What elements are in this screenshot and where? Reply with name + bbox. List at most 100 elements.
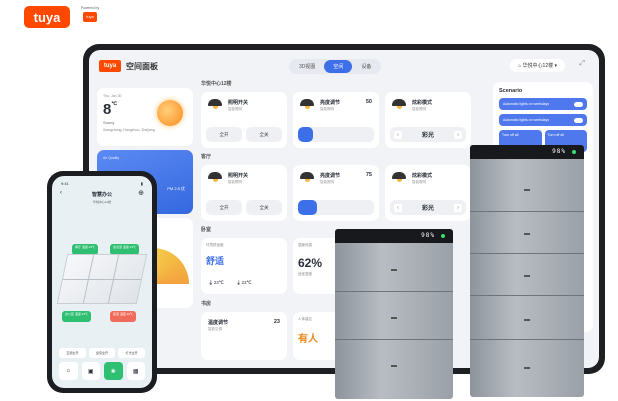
lamp-icon (208, 172, 222, 183)
device-card-brightness[interactable]: 亮度调节 智能照明 75 (293, 165, 379, 221)
tab-devices[interactable]: 设备 (352, 60, 380, 73)
device-sub: 智能照明 (320, 180, 334, 184)
section-title-floor: 华悦中心12楼 (201, 81, 232, 87)
device-name: 炫彩模式 (412, 173, 433, 179)
home-select-label: 华悦中心12楼 (522, 63, 554, 69)
thermometer-icon: 🌡23℃ (235, 280, 252, 285)
powered-logo: tuya (83, 12, 97, 22)
device-sub: 智能空调 (208, 327, 222, 331)
device-sub: 智能照明 (228, 180, 242, 184)
lamp-icon (300, 99, 314, 110)
device-card-brightness[interactable]: 亮度调节 智能照明 50 (293, 92, 379, 148)
phone-title: 智慧办公 (91, 192, 112, 198)
phone-bottom-controls: ⌂ ▣ ❀ ▦ (59, 362, 145, 380)
weather-card: Thu, Jan 30 8℃ Sunny Xiangzhong, Hangzho… (97, 88, 193, 146)
chevron-right-icon[interactable]: › (453, 203, 462, 212)
scenario-title: Scenario (499, 88, 523, 94)
tuya-logo: tuya (24, 6, 70, 28)
device-card-color-mode[interactable]: 炫彩模式 智能照明 ‹ 彩光 › (385, 92, 471, 148)
battery-head: 98% (335, 229, 453, 243)
scene-item[interactable]: Automatic lights on weekdays (499, 98, 587, 110)
device-name: 炫彩模式 (412, 100, 433, 106)
comfort-label: 环境舒适度 (206, 243, 224, 247)
quick-action-ac[interactable]: 空调全开 (59, 348, 86, 358)
grid-icon[interactable]: ▦ (126, 362, 145, 380)
sun-icon (157, 100, 183, 126)
tab-space[interactable]: 空间 (324, 60, 353, 73)
expand-icon[interactable]: ⤢ (579, 60, 585, 68)
device-sub: 智能照明 (412, 180, 426, 184)
weather-location: Xiangzhong, Hangzhou, Zhejiang (103, 128, 155, 132)
device-name: 温度调节 (208, 320, 229, 326)
comfort-card: 环境舒适度 舒适 🌡23℃ 🌡23℃ (201, 238, 287, 294)
battery-head: 98% (470, 145, 584, 159)
scene-item[interactable]: Automatic lights on weekdays (499, 114, 587, 126)
toggle-switch[interactable] (574, 101, 583, 107)
air-label: Air Quality (103, 156, 120, 160)
battery-stack-small: 98% (335, 229, 453, 399)
all-on-button[interactable]: 全开 (206, 127, 242, 142)
status-led-icon (441, 234, 445, 238)
lamp-icon (392, 172, 406, 183)
device-name: 亮度调节 (320, 173, 341, 179)
device-value: 75 (365, 172, 372, 178)
powered-by-badge: Powered by tuya (80, 6, 100, 28)
device-name: 照明开关 (228, 173, 249, 179)
device-value: 23 (273, 319, 280, 325)
mode-value: 彩光 (421, 206, 434, 212)
device-card-temperature[interactable]: 温度调节 智能空调 23 (201, 312, 287, 360)
mode-value: 彩光 (421, 133, 434, 139)
quick-actions: 空调全开 窗帘全开 灯光全开 (59, 348, 146, 358)
chevron-right-icon[interactable]: › (453, 130, 462, 139)
all-off-button[interactable]: 全关 (246, 127, 282, 142)
phone-device: 9:41 ▮ ‹ 智慧办公 ⊕ 华悦中心12楼 客厅 温度 23℃ 会议室 温度 … (47, 171, 157, 393)
quick-action-lights[interactable]: 灯光全开 (118, 348, 146, 358)
device-sub: 智能照明 (412, 107, 426, 111)
room-tag[interactable]: 办公区 温度 23℃ (62, 311, 92, 322)
device-card-color-mode[interactable]: 炫彩模式 智能照明 ‹ 彩光 › (385, 165, 471, 221)
device-card-light-switch[interactable]: 照明开关 智能照明 全开 全关 (201, 165, 287, 221)
brightness-slider[interactable] (298, 200, 374, 215)
device-name: 亮度调节 (320, 100, 341, 106)
comfort-value: 舒适 (206, 256, 225, 266)
brightness-slider[interactable] (298, 127, 374, 142)
view-tabs: 3D视图 空间 设备 (289, 59, 382, 74)
room-tag[interactable]: 卧室 温度 26℃ (110, 311, 137, 322)
chevron-left-icon[interactable]: ‹ (394, 130, 402, 139)
plant-icon[interactable]: ❀ (104, 362, 123, 380)
quick-action-curtain[interactable]: 窗帘全开 (88, 348, 116, 358)
tab-3d-view[interactable]: 3D视图 (290, 60, 324, 73)
section-title-living: 客厅 (201, 154, 212, 160)
lamp-icon (392, 99, 406, 110)
device-sub: 智能照明 (320, 107, 334, 111)
device-sub: 智能照明 (228, 107, 242, 111)
section-title-study: 书房 (201, 301, 212, 307)
thermometer-icon: 🌡23℃ (208, 280, 224, 285)
device-icon[interactable]: ▣ (81, 362, 100, 380)
chevron-left-icon[interactable]: ‹ (394, 203, 402, 212)
home-icon[interactable]: ⌂ (59, 362, 78, 380)
powered-by-text: Powered by (80, 6, 100, 10)
add-icon[interactable]: ⊕ (138, 189, 144, 197)
weather-date: Thu, Jan 30 (103, 94, 122, 98)
lamp-icon (300, 172, 314, 183)
lamp-icon (208, 99, 222, 110)
toggle-switch[interactable] (574, 117, 583, 123)
slider-fill (298, 200, 317, 215)
all-off-button[interactable]: 全关 (246, 200, 282, 215)
slider-fill (298, 127, 314, 142)
device-name: 照明开关 (228, 100, 249, 106)
home-select[interactable]: ⌂ 华悦中心12楼 ▾ (510, 59, 565, 72)
device-value: 50 (365, 99, 372, 105)
battery-icon: ▮ (140, 181, 143, 186)
all-on-button[interactable]: 全开 (206, 200, 242, 215)
battery-display: 98% (552, 148, 566, 155)
app-title: 空间面板 (126, 61, 158, 71)
status-led-icon (572, 150, 576, 154)
section-title-bedroom: 卧室 (201, 227, 212, 233)
floor-plan[interactable] (56, 254, 148, 304)
device-card-light-switch[interactable]: 照明开关 智能照明 全开 全关 (201, 92, 287, 148)
battery-display: 98% (421, 232, 435, 239)
air-sub: PM 2.5 优 (167, 186, 185, 191)
phone-screen: 9:41 ▮ ‹ 智慧办公 ⊕ 华悦中心12楼 客厅 温度 23℃ 会议室 温度 … (52, 176, 152, 388)
